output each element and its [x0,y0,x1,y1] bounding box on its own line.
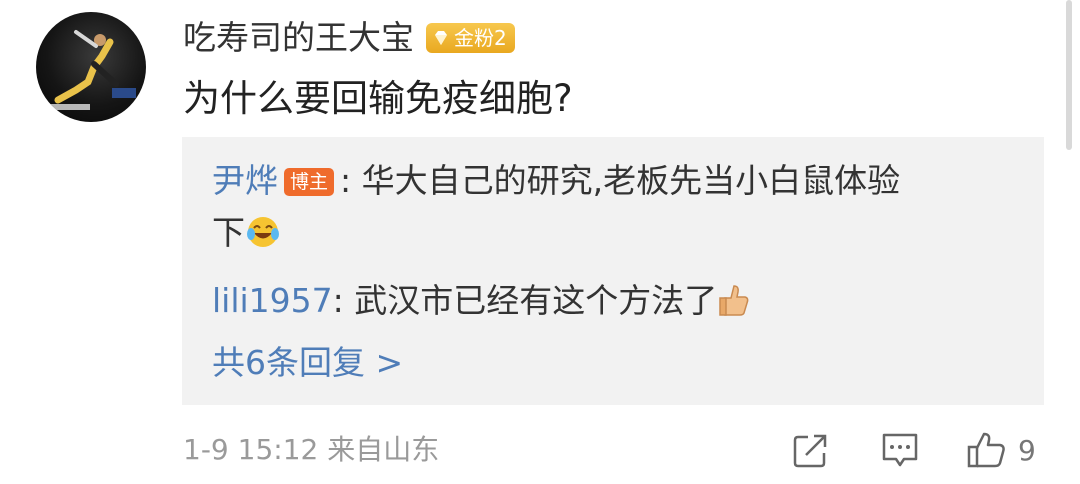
avatar[interactable] [36,12,146,122]
reply-button[interactable] [880,428,920,472]
thumbs-up-emoji-icon [717,281,751,333]
reply-item[interactable]: 尹烨 博主: 华大自己的研究,老板先当小白鼠体验 下 [212,155,1012,265]
comment-time-source: 1-9 15:12 来自山东 [183,433,440,466]
author-badge: 博主 [284,168,335,196]
avatar-player-icon [50,30,136,110]
comment-author[interactable]: 吃寿司的王大宝 金粉2 [183,14,515,62]
like-button[interactable]: 9 [966,428,1036,472]
fan-badge[interactable]: 金粉2 [426,23,515,53]
reply-text: 华大自己的研究,老板先当小白鼠体验 [351,161,901,200]
diamond-icon [435,31,447,45]
reply-author[interactable]: lili1957 [212,281,333,320]
reply-author[interactable]: 尹烨 [212,161,278,200]
fan-badge-label: 金粉2 [454,26,507,50]
laugh-cry-emoji-icon [245,213,281,265]
like-count: 9 [1018,433,1036,467]
share-icon [793,434,827,468]
reply-separator: : [340,161,352,200]
comment-username[interactable]: 吃寿司的王大宝 [183,14,414,62]
more-replies-link[interactable]: 共6条回复 > [212,337,403,389]
reply-item[interactable]: lili1957: 武汉市已经有这个方法了 [212,275,1012,333]
like-icon [967,432,1005,468]
replies-panel[interactable]: 尹烨 博主: 华大自己的研究,老板先当小白鼠体验 下 lili1957: 武汉市已… [182,137,1044,405]
reply-text: 武汉市已经有这个方法了 [343,281,718,320]
comment-text: 为什么要回输免疫细胞? [183,77,573,120]
reply-text-continued: 下 [212,213,245,252]
scrollbar[interactable] [1066,0,1072,150]
comment-icon [882,433,918,467]
reply-separator: : [332,281,344,320]
share-button[interactable] [792,428,830,472]
